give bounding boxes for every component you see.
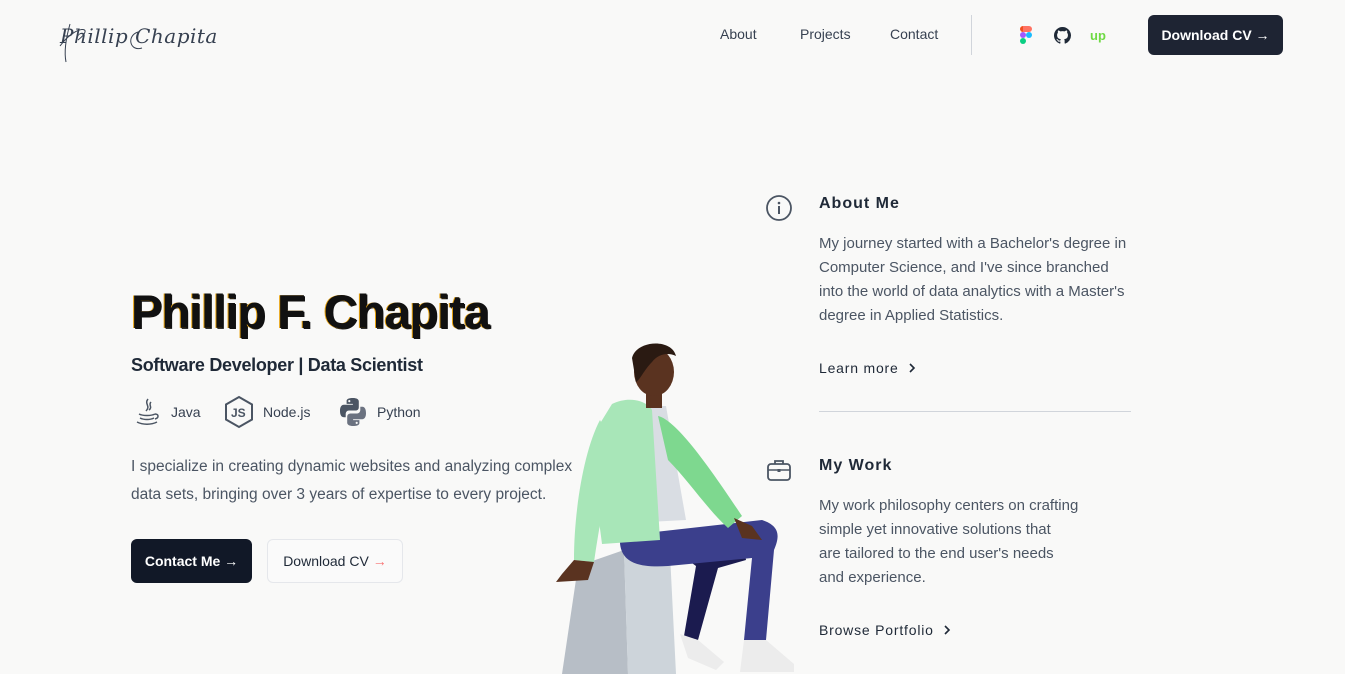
about-me-body: My journey started with a Bachelor's deg… bbox=[819, 235, 1127, 324]
nav-projects-link[interactable]: Projects bbox=[800, 26, 851, 42]
figma-icon[interactable] bbox=[1017, 26, 1035, 44]
java-icon bbox=[136, 398, 159, 425]
my-work-line: simple yet innovative solutions that bbox=[819, 521, 1051, 538]
learn-more-link[interactable]: Learn more bbox=[819, 360, 917, 376]
nav-about-link[interactable]: About bbox=[720, 26, 757, 42]
nodejs-icon: JS bbox=[225, 395, 253, 429]
tech-java-label: Java bbox=[171, 404, 201, 420]
my-work-line: My work philosophy centers on crafting bbox=[819, 497, 1079, 514]
hero-description: I specialize in creating dynamic website… bbox=[131, 458, 573, 503]
person-sitting-illustration bbox=[556, 343, 794, 674]
my-work-line: and experience. bbox=[819, 569, 926, 586]
info-icon bbox=[765, 194, 793, 222]
my-work-body: My work philosophy centers on crafting s… bbox=[819, 494, 1139, 590]
python-icon bbox=[340, 398, 366, 426]
my-work-line: are tailored to the end user's needs bbox=[819, 545, 1054, 562]
hero-name: Phillip F. Chapita bbox=[131, 285, 490, 338]
arrow-right-icon: → bbox=[372, 553, 387, 569]
site-logo[interactable]: Phillip Chapita bbox=[56, 18, 217, 68]
download-cv-label: Download CV bbox=[283, 553, 369, 569]
briefcase-icon bbox=[765, 456, 793, 484]
header-download-cv-button[interactable]: Download CV → bbox=[1148, 15, 1283, 55]
section-divider bbox=[819, 411, 1131, 412]
logo-text: Phillip Chapita bbox=[60, 24, 218, 48]
tech-python: Python bbox=[337, 396, 421, 428]
chevron-right-icon bbox=[909, 363, 915, 373]
hero-role: Software Developer | Data Scientist bbox=[131, 355, 423, 375]
about-me-title: About Me bbox=[819, 195, 900, 212]
svg-text:JS: JS bbox=[231, 406, 246, 420]
github-icon[interactable] bbox=[1053, 26, 1071, 44]
tech-python-label: Python bbox=[377, 404, 421, 420]
tech-nodejs: JS Node.js bbox=[223, 395, 311, 429]
nav-contact-link[interactable]: Contact bbox=[890, 26, 938, 42]
contact-me-button[interactable]: Contact Me → bbox=[131, 539, 252, 583]
hero-download-cv-button[interactable]: Download CV → bbox=[267, 539, 403, 583]
upwork-icon[interactable]: up bbox=[1089, 26, 1107, 44]
browse-portfolio-label: Browse Portfolio bbox=[819, 622, 934, 638]
browse-portfolio-link[interactable]: Browse Portfolio bbox=[819, 622, 952, 638]
learn-more-label: Learn more bbox=[819, 360, 899, 376]
my-work-title: My Work bbox=[819, 457, 893, 474]
chevron-right-icon bbox=[944, 625, 950, 635]
tech-java: Java bbox=[131, 396, 201, 428]
tech-nodejs-label: Node.js bbox=[263, 404, 311, 420]
nav-divider bbox=[971, 15, 972, 55]
